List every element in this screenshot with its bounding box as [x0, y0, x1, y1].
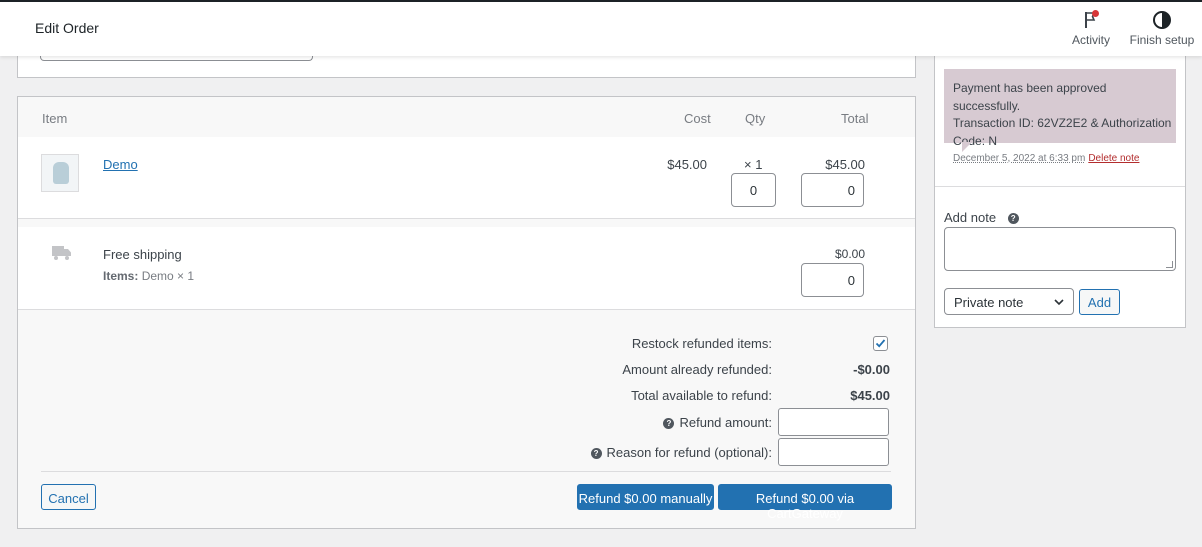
page-header: Edit Order Activity Finish setup [0, 2, 1202, 56]
note-text-line: Payment has been approved successfully. [953, 81, 1107, 113]
refund-reason-label: ? Reason for refund (optional): [590, 445, 772, 460]
activity-button[interactable]: Activity [1067, 10, 1115, 47]
refund-manually-button[interactable]: Refund $0.00 manually [577, 484, 714, 510]
notes-divider [935, 186, 1185, 187]
order-notes-panel: Payment has been approved successfully. … [934, 40, 1186, 328]
line-item-qty: × 1 [744, 157, 763, 172]
page-title: Edit Order [35, 20, 99, 36]
add-note-button[interactable]: Add [1079, 289, 1120, 315]
activity-label: Activity [1071, 33, 1110, 47]
already-refunded-label: Amount already refunded: [622, 362, 772, 377]
line-item-total: $45.00 [825, 157, 865, 172]
finish-setup-button[interactable]: Finish setup [1126, 10, 1198, 47]
column-item: Item [42, 111, 68, 126]
product-thumbnail[interactable] [41, 154, 79, 192]
resize-grip-icon[interactable] [1166, 261, 1173, 268]
half-circle-icon [1152, 10, 1172, 30]
help-icon[interactable]: ? [590, 448, 602, 459]
shipping-method-name: Free shipping [103, 247, 182, 262]
flag-icon [1081, 10, 1101, 30]
shipping-total: $0.00 [834, 247, 865, 261]
column-total: Total [841, 111, 869, 126]
chevron-down-icon [1054, 299, 1064, 306]
delete-note-link[interactable]: Delete note [1088, 153, 1139, 164]
column-cost: Cost [684, 111, 711, 126]
refund-divider [41, 471, 891, 472]
note-type-select[interactable]: Private note [944, 288, 1074, 315]
finish-setup-label: Finish setup [1129, 33, 1195, 47]
column-qty: Qty [745, 111, 766, 126]
available-to-refund-value: $45.00 [850, 388, 890, 403]
note-date: December 5, 2022 at 6:33 pm [953, 153, 1086, 164]
cancel-button[interactable]: Cancel [41, 484, 96, 510]
refund-shipping-input[interactable]: 0 [801, 263, 864, 297]
note-type-value: Private note [954, 295, 1024, 310]
refund-via-gateway-button[interactable]: Refund $0.00 via CartGateway [718, 484, 892, 521]
restock-label: Restock refunded items: [631, 336, 772, 351]
items-table-header: Item Cost Qty Total [18, 97, 915, 137]
order-items-panel: Item Cost Qty Total Demo $45.00 × 1 $45.… [17, 96, 916, 529]
refund-line-total-input[interactable]: 0 [801, 173, 864, 207]
shipping-items: Items: Demo × 1 [103, 269, 194, 283]
product-link[interactable]: Demo [103, 157, 138, 172]
note-meta: December 5, 2022 at 6:33 pm Delete note [953, 153, 1139, 164]
line-item-row: Demo $45.00 × 1 $45.00 0 0 [18, 137, 915, 219]
available-to-refund-label: Total available to refund: [631, 388, 772, 403]
add-note-textarea[interactable] [944, 227, 1176, 271]
help-icon[interactable]: ? [1007, 213, 1019, 224]
line-item-cost: $45.00 [667, 157, 707, 172]
order-note: Payment has been approved successfully. … [944, 69, 1176, 148]
restock-checkbox[interactable] [873, 336, 888, 351]
truck-icon [52, 246, 71, 260]
refund-amount-label: ? Refund amount: [663, 415, 772, 430]
help-icon[interactable]: ? [663, 418, 675, 429]
checkmark-icon [875, 339, 886, 348]
already-refunded-value: -$0.00 [853, 362, 890, 377]
refund-section: Restock refunded items: Amount already r… [18, 309, 915, 528]
notification-dot [1092, 10, 1099, 17]
note-tail [962, 142, 972, 152]
shipping-row: Free shipping Items: Demo × 1 $0.00 0 [18, 227, 915, 309]
shipping-items-value: Demo × 1 [141, 269, 195, 283]
refund-qty-input[interactable]: 0 [731, 173, 776, 207]
refund-reason-input[interactable] [778, 438, 889, 466]
refund-amount-input[interactable] [778, 408, 889, 436]
shipping-items-label: Items: [103, 269, 139, 283]
note-text-line: Transaction ID: 62VZ2E2 & Authorization [953, 116, 1172, 130]
note-text-line: Code: N [953, 133, 998, 148]
row-gap [18, 219, 915, 227]
add-note-label: Add note ? [944, 210, 1024, 225]
